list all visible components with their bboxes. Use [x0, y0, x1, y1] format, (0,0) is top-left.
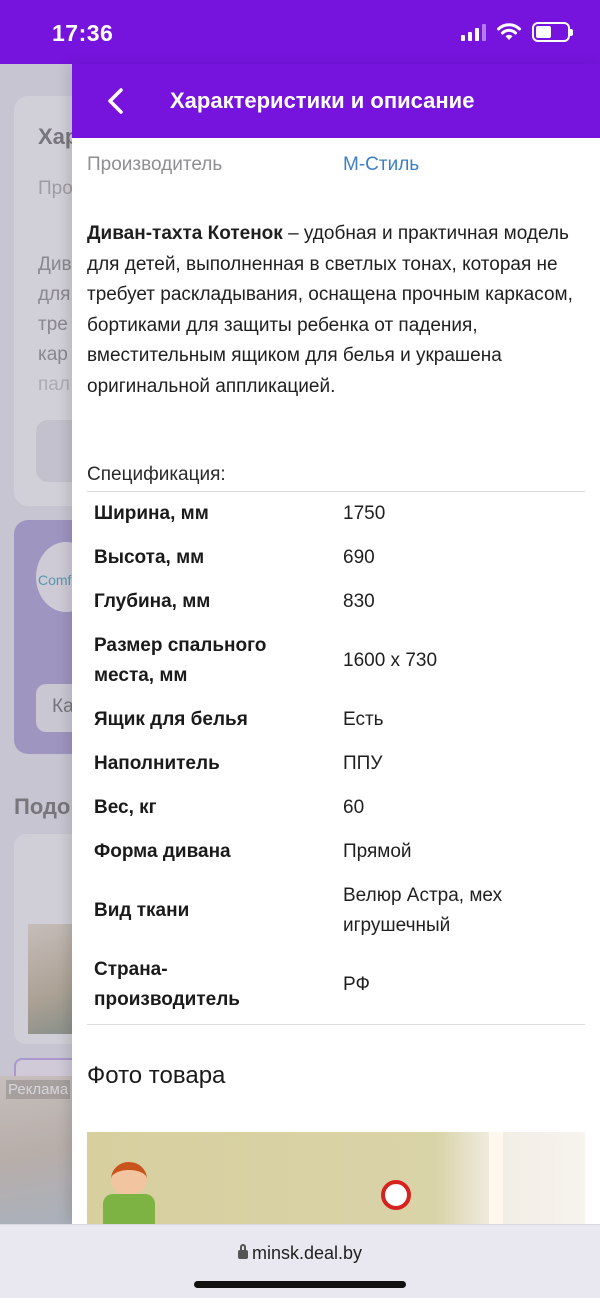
product-photo[interactable] — [87, 1132, 585, 1224]
spec-row: Наполнитель ППУ — [87, 742, 585, 786]
spec-value: 1600 x 730 — [343, 650, 438, 671]
photo-toy-figure — [97, 1162, 161, 1224]
spec-value: Прямой — [343, 841, 412, 862]
manufacturer-label: Производитель — [87, 154, 223, 175]
spec-row: Глубина, мм 830 — [87, 580, 585, 624]
spec-key: Вес, кг — [94, 797, 157, 818]
spec-row: Вес, кг 60 — [87, 786, 585, 830]
description-product-name: Диван-тахта Котенок — [87, 223, 283, 244]
spec-key: Наполнитель — [94, 753, 220, 774]
product-description: Диван-тахта Котенок – удобная и практичн… — [87, 219, 587, 402]
spec-value: ППУ — [343, 753, 383, 774]
spec-value: 1750 — [343, 503, 386, 524]
spec-row: Размер спального места, мм 1600 x 730 — [87, 624, 585, 698]
panel-header: Характеристики и описание — [72, 64, 600, 138]
divider — [87, 1024, 585, 1025]
spec-value: Есть — [343, 709, 384, 730]
spec-value: 830 — [343, 591, 375, 612]
photo-wall-clock — [381, 1180, 411, 1210]
spec-row: Форма дивана Прямой — [87, 830, 585, 874]
panel-title: Характеристики и описание — [170, 88, 475, 113]
characteristics-panel: Характеристики и описание Производитель … — [72, 64, 600, 1224]
wifi-icon — [497, 23, 521, 40]
spec-key: Ящик для белья — [94, 709, 248, 730]
spec-key: Высота, мм — [94, 547, 205, 568]
spec-value: Велюр Астра, мех игрушечный — [343, 885, 503, 936]
url-text: minsk.deal.by — [251, 1243, 363, 1263]
lock-icon — [237, 1244, 248, 1259]
status-bar: 17:36 — [0, 0, 600, 64]
spec-value: РФ — [343, 974, 370, 995]
back-button[interactable] — [98, 84, 132, 118]
photo-section-title: Фото товара — [87, 1062, 226, 1089]
home-indicator[interactable] — [194, 1281, 406, 1288]
spec-key: Размер спального места, мм — [94, 635, 267, 686]
status-icons — [461, 22, 573, 42]
chevron-left-icon — [108, 88, 123, 114]
specification-table: Ширина, мм 1750 Высота, мм 690 Глубина, … — [87, 492, 585, 1025]
manufacturer-link[interactable]: М-Стиль — [343, 154, 419, 176]
battery-icon — [532, 22, 573, 42]
url-field[interactable]: minsk.deal.by — [0, 1243, 600, 1264]
spec-row: Ширина, мм 1750 — [87, 492, 585, 536]
spec-value: 690 — [343, 547, 375, 568]
description-text: – удобная и практичная модель для детей,… — [87, 223, 573, 397]
cellular-signal-icon — [461, 23, 486, 41]
spec-row: Высота, мм 690 — [87, 536, 585, 580]
spec-row: Ящик для белья Есть — [87, 698, 585, 742]
spec-row: Страна-производитель РФ — [87, 948, 585, 1022]
spec-key: Вид ткани — [94, 900, 190, 921]
spec-value: 60 — [343, 797, 365, 818]
specification-label: Спецификация: — [87, 464, 226, 485]
browser-address-bar[interactable]: minsk.deal.by — [0, 1224, 600, 1298]
status-time: 17:36 — [52, 20, 114, 46]
photo-curtain — [489, 1132, 503, 1224]
spec-key: Страна-производитель — [94, 959, 240, 1010]
spec-key: Ширина, мм — [94, 503, 209, 524]
spec-key: Форма дивана — [94, 841, 231, 862]
spec-row: Вид ткани Велюр Астра, мех игрушечный — [87, 874, 585, 948]
spec-key: Глубина, мм — [94, 591, 211, 612]
